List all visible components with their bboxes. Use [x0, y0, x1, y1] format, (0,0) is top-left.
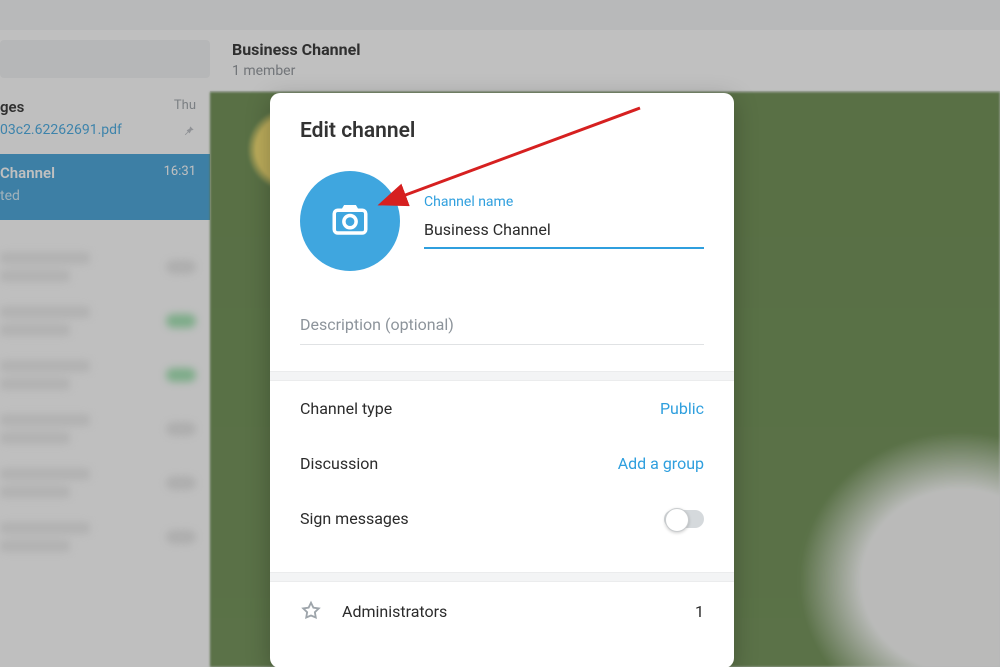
- set-photo-button[interactable]: [300, 171, 400, 271]
- discussion-label: Discussion: [300, 454, 378, 473]
- edit-channel-modal: Edit channel Channel name: [270, 93, 734, 667]
- sign-messages-toggle[interactable]: [664, 510, 704, 528]
- channel-type-label: Channel type: [300, 399, 392, 418]
- channel-type-row[interactable]: Channel type Public: [300, 381, 704, 436]
- modal-title: Edit channel: [300, 119, 704, 143]
- discussion-value: Add a group: [618, 454, 704, 473]
- channel-name-input[interactable]: [424, 216, 704, 249]
- sign-messages-label: Sign messages: [300, 509, 409, 528]
- administrators-row[interactable]: Administrators 1: [300, 582, 704, 640]
- administrators-count: 1: [695, 602, 704, 621]
- description-input[interactable]: [300, 311, 704, 345]
- administrators-label: Administrators: [342, 602, 447, 621]
- app-root: ges 03c2.62262691.pdf Thu Channel ted 16…: [0, 0, 1000, 667]
- sign-messages-row[interactable]: Sign messages: [300, 491, 704, 546]
- channel-type-value: Public: [660, 399, 704, 418]
- star-icon: [300, 600, 322, 622]
- discussion-row[interactable]: Discussion Add a group: [300, 436, 704, 491]
- channel-name-label: Channel name: [424, 194, 704, 210]
- section-divider: [270, 572, 734, 582]
- camera-icon: [329, 198, 371, 244]
- section-divider: [270, 371, 734, 381]
